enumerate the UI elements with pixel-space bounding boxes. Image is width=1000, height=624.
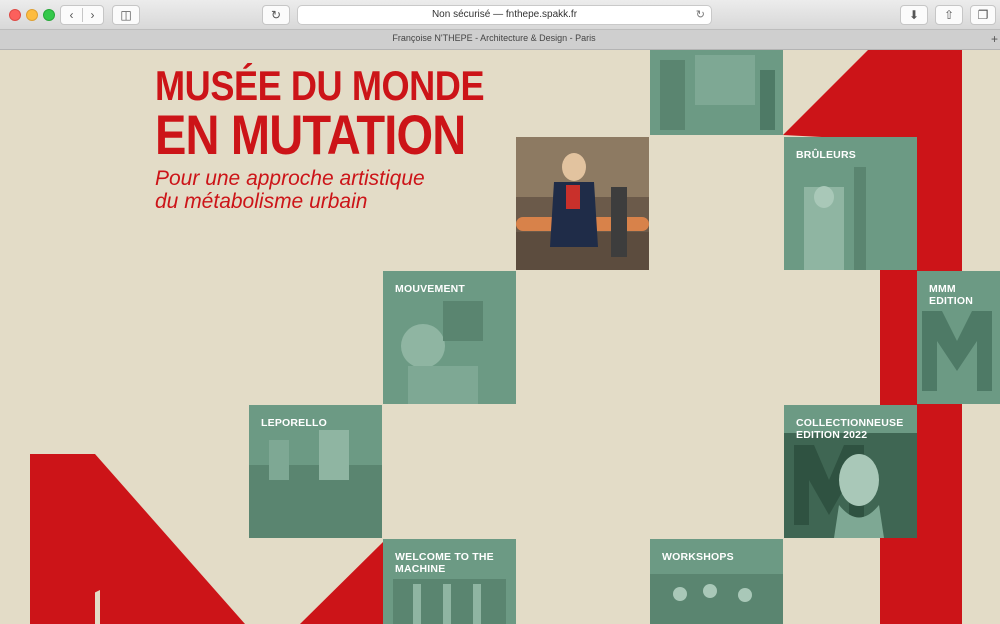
tab-overview-icon[interactable]: ❐ [970, 5, 996, 25]
tile-workshops[interactable]: WORKSHOPS [650, 539, 783, 624]
title-line-1: MUSÉE DU MONDE [155, 62, 485, 109]
tab-title[interactable]: Françoise N'THEPE - Architecture & Desig… [0, 33, 988, 43]
page-content: MUSÉE DU MONDE EN MUTATION Pour une appr… [0, 50, 1000, 624]
page-reload-icon[interactable]: ↻ [696, 6, 705, 24]
address-text: Non sécurisé — fnthepe.spakk.fr [431, 9, 578, 20]
address-bar[interactable]: Non sécurisé — fnthepe.spakk.fr ↻ [297, 5, 712, 25]
tile-label-workshops: WORKSHOPS [662, 551, 734, 563]
tile-bruleurs[interactable]: BRÛLEURS [784, 137, 917, 270]
tile-label-mmm-edition: MMM EDITION [929, 283, 973, 307]
reload-icon[interactable]: ↻ [262, 5, 290, 25]
subtitle-line-1: Pour une approche artistique [155, 167, 425, 190]
red-shape-right-diagonal [783, 50, 962, 140]
close-window-button[interactable] [9, 9, 21, 21]
tab-strip: Françoise N'THEPE - Architecture & Desig… [0, 30, 1000, 50]
tile-label-welcome: WELCOME TO THE MACHINE [395, 551, 494, 575]
title-line-2: EN MUTATION [155, 103, 466, 166]
browser-toolbar: ‹ › ◫ ↻ Non sécurisé — fnthepe.spakk.fr ↻… [0, 0, 1000, 30]
forward-arrow-icon[interactable]: › [82, 6, 103, 24]
woman-photo-icon [516, 137, 649, 270]
tile-label-mouvement: MOUVEMENT [395, 283, 466, 295]
sidebar-toggle-icon[interactable]: ◫ [112, 5, 140, 25]
hero-title: MUSÉE DU MONDE EN MUTATION Pour une appr… [155, 62, 538, 214]
subtitle-line-2: du métabolisme urbain [155, 190, 368, 213]
tile-top-image[interactable] [650, 50, 783, 135]
tile-label-leporello: LEPORELLO [261, 417, 327, 429]
nav-buttons: ‹ › [60, 5, 104, 25]
tile-label-collectionneuse: COLLECTIONNEUSE EDITION 2022 [796, 417, 904, 441]
download-icon[interactable]: ⬇ [900, 5, 928, 25]
red-shape-bottom-diagonal [300, 542, 383, 624]
tile-mmm-edition[interactable]: MMM EDITION [917, 271, 1000, 404]
new-tab-icon[interactable]: + [991, 32, 998, 46]
back-arrow-icon[interactable]: ‹ [61, 6, 82, 24]
tile-portrait-photo[interactable] [516, 137, 649, 270]
red-shape-left-leg [30, 454, 95, 624]
tile-mouvement[interactable]: MOUVEMENT [383, 271, 516, 404]
tile-welcome-machine[interactable]: WELCOME TO THE MACHINE [383, 539, 516, 624]
industrial-photo-icon [650, 50, 783, 135]
tile-collectionneuse[interactable]: COLLECTIONNEUSE EDITION 2022 [784, 405, 917, 538]
tile-label-bruleurs: BRÛLEURS [796, 149, 856, 161]
share-icon[interactable]: ⇧ [935, 5, 963, 25]
tile-leporello[interactable]: LEPORELLO [249, 405, 382, 538]
minimize-window-button[interactable] [26, 9, 38, 21]
zoom-window-button[interactable] [43, 9, 55, 21]
